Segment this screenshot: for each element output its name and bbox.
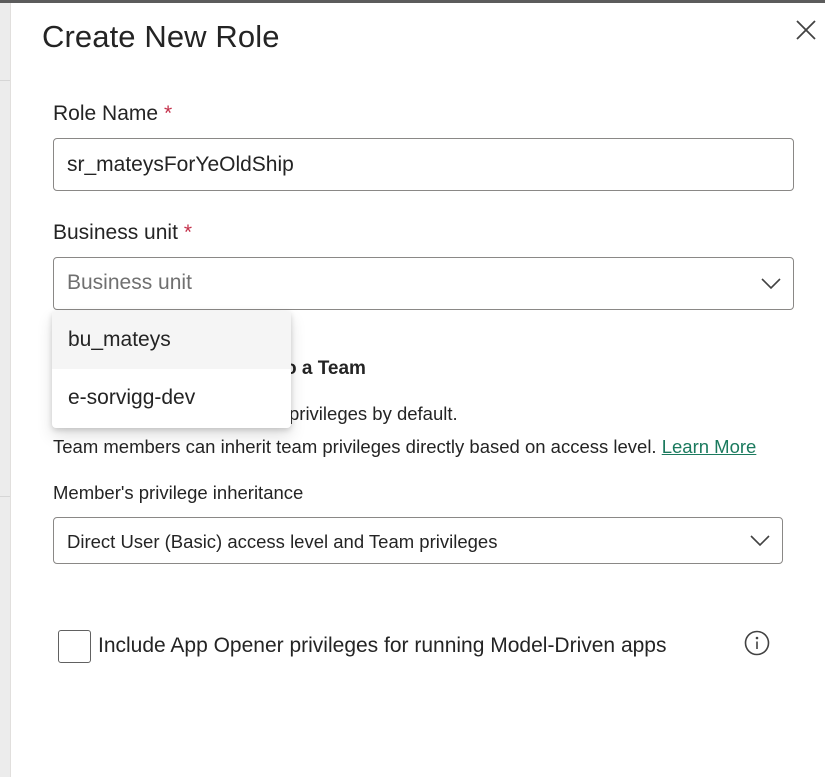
close-icon — [796, 20, 816, 40]
team-desc2-text: Team members can inherit team privileges… — [53, 436, 657, 457]
learn-more-link[interactable]: Learn More — [662, 436, 757, 457]
business-unit-label: Business unit * — [53, 221, 192, 245]
business-unit-dropdown-list: bu_mateys e-sorvigg-dev — [52, 311, 291, 428]
role-name-label-text: Role Name — [53, 102, 159, 125]
app-opener-label: Include App Opener privileges for runnin… — [98, 634, 667, 657]
info-button[interactable] — [744, 630, 770, 656]
background-divider — [0, 80, 10, 81]
business-unit-label-text: Business unit — [53, 221, 178, 244]
panel-title: Create New Role — [42, 19, 280, 54]
business-unit-select[interactable]: Business unit — [53, 257, 794, 310]
background-page — [0, 3, 10, 777]
background-divider — [0, 496, 10, 497]
team-description-line2: Team members can inherit team privileges… — [53, 436, 756, 458]
app-opener-checkbox[interactable] — [58, 630, 91, 663]
role-name-label: Role Name * — [53, 102, 172, 126]
required-mark: * — [164, 102, 173, 125]
chevron-down-icon — [761, 278, 781, 290]
close-button[interactable] — [791, 15, 821, 45]
inheritance-select[interactable]: Direct User (Basic) access level and Tea… — [53, 517, 783, 564]
required-mark: * — [183, 221, 193, 244]
dropdown-option[interactable]: e-sorvigg-dev — [52, 369, 291, 427]
inheritance-selected-value: Direct User (Basic) access level and Tea… — [67, 531, 498, 552]
info-icon — [744, 630, 770, 656]
business-unit-placeholder: Business unit — [67, 271, 192, 294]
role-name-input[interactable] — [53, 138, 794, 191]
dropdown-option[interactable]: bu_mateys — [52, 311, 291, 369]
chevron-down-icon — [750, 535, 770, 547]
inheritance-label: Member's privilege inheritance — [53, 482, 304, 503]
